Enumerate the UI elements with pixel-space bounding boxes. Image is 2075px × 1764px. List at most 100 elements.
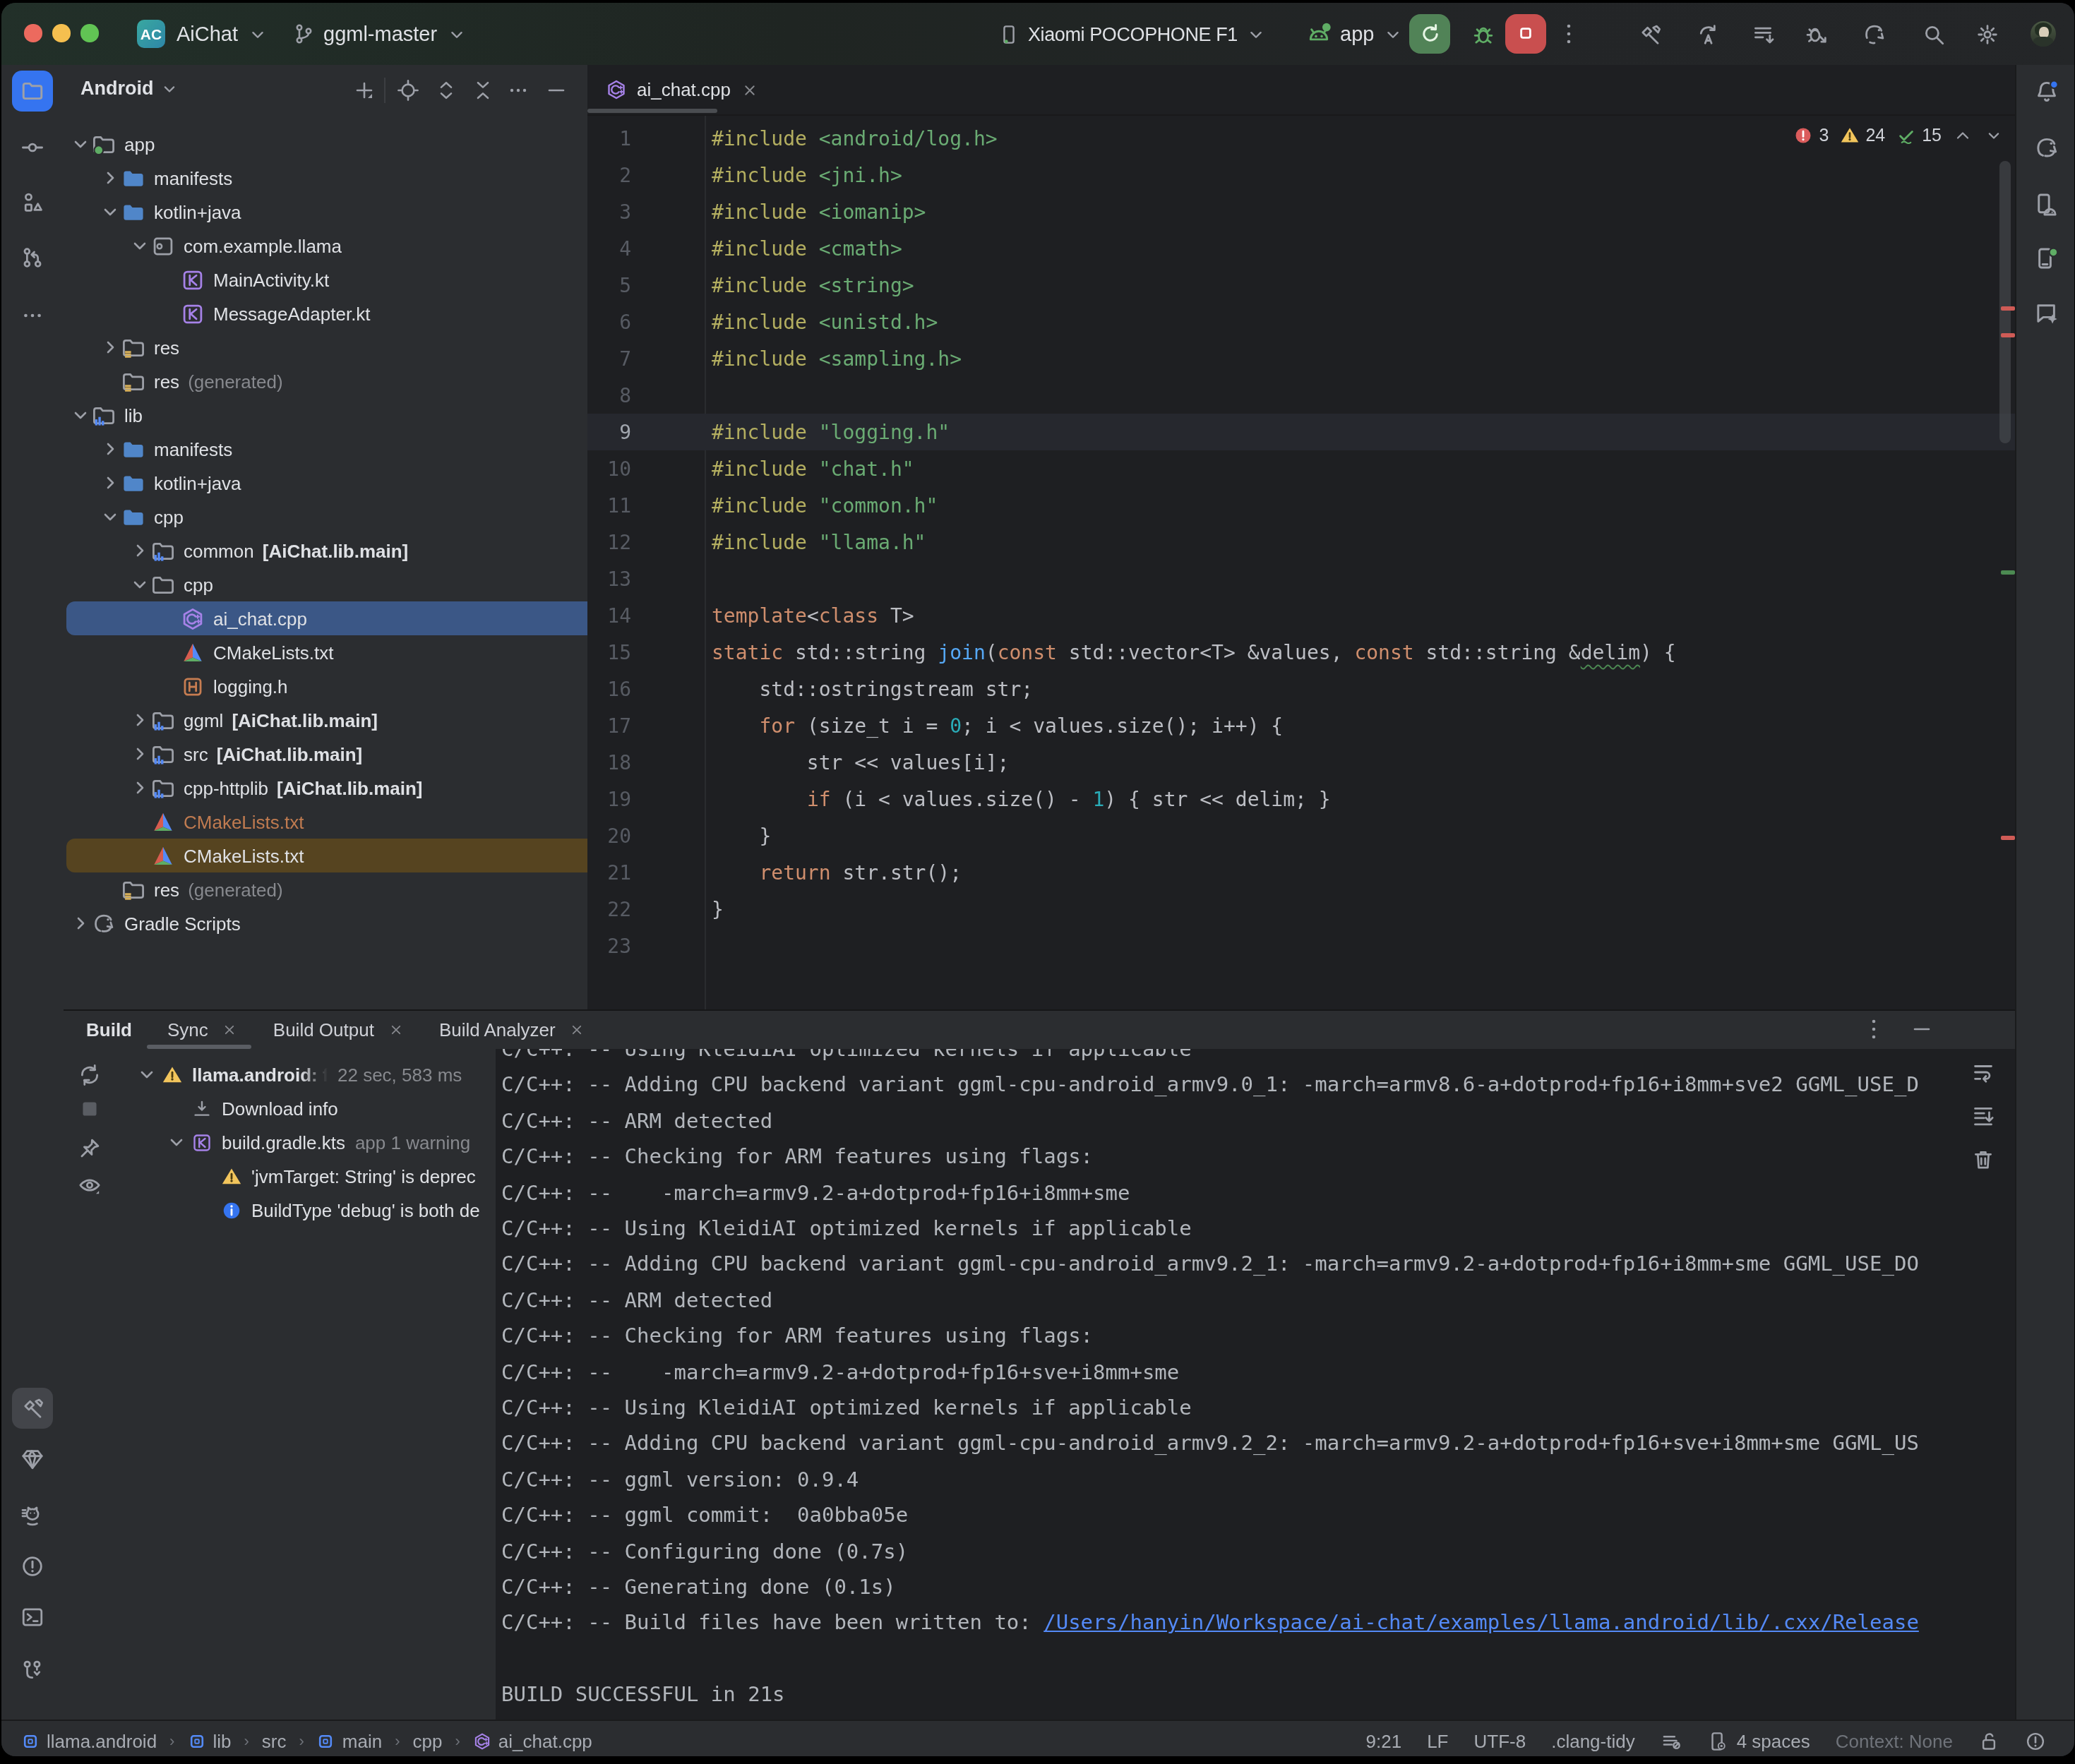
status-icon[interactable] [1661,1730,1682,1751]
build-tab-sync[interactable]: Sync [167,1019,238,1040]
debug-button[interactable] [1464,16,1501,52]
status-context-none[interactable]: Context: None [1836,1730,1953,1751]
close-tab-icon[interactable] [741,81,758,98]
build-hammer-button[interactable] [1635,20,1663,48]
rerun-button[interactable] [1409,13,1450,53]
settings-button[interactable] [1973,20,2001,48]
tree-item-cpp[interactable]: cpp [64,500,589,534]
project-view-selector[interactable]: Android [80,78,179,99]
inspections-widget[interactable]: 3 24 15 [1793,126,2004,145]
console-link[interactable]: /Users/hanyin/Workspace/ai-chat/examples… [1044,1612,1919,1634]
build-tree-item[interactable]: Download info [165,1091,496,1125]
breadcrumb-ai-chat-cpp[interactable]: ai_chat.cpp [473,1730,592,1751]
tree-item-src[interactable]: src[AiChat.lib.main] [64,737,589,771]
tool-stripe-project-button[interactable] [12,71,53,112]
tool-stripe-structure-button[interactable] [12,182,53,223]
stop-button[interactable] [1505,13,1546,53]
add-button[interactable] [352,79,376,103]
tree-item-res[interactable]: res(generated) [64,364,589,398]
tool-stripe-app-insights-button[interactable] [12,1439,53,1480]
editor-tab-ai_chat[interactable]: ai_chat.cpp [592,65,772,114]
console-soft-wrap-button[interactable] [1971,1060,1995,1090]
tree-item-com-example-llama[interactable]: com.example.llama [64,229,589,263]
build-tree-item[interactable]: BuildType 'debug' is both de [195,1193,496,1227]
build-tab-build-analyzer[interactable]: Build Analyzer [439,1019,585,1040]
project-selector[interactable]: AiChat [177,3,268,65]
breadcrumb-llama-android[interactable]: llama.android [21,1730,157,1751]
build-tree-item[interactable]: build.gradle.ktsapp 1 warning [165,1125,496,1159]
tree-item-gradle-scripts[interactable]: Gradle Scripts [64,906,589,940]
tree-item-logging-h[interactable]: logging.h [64,669,589,703]
editor-scrollbar[interactable] [1999,161,2011,443]
status-utf-8[interactable]: UTF-8 [1474,1730,1526,1751]
inspections-errors[interactable]: 3 [1793,126,1829,145]
debug-attach-button[interactable] [1802,20,1830,48]
more-button[interactable] [507,79,531,103]
tree-item-cmakelists-txt[interactable]: CMakeLists.txt [64,635,589,669]
build-eye-button[interactable] [78,1173,103,1199]
tree-item-manifests[interactable]: manifests [64,161,589,195]
tree-item-mainactivity-kt[interactable]: MainActivity.kt [64,263,589,296]
breadcrumb-main[interactable]: main [317,1730,382,1751]
tool-stripe-notifications-button[interactable] [2026,71,2067,112]
build-tab-build-output[interactable]: Build Output [273,1019,404,1040]
tree-item-cmakelists-txt[interactable]: CMakeLists.txt [66,839,589,872]
locate-button[interactable] [396,79,420,103]
close-tab-icon[interactable] [570,1022,585,1038]
status-icon[interactable] [2025,1730,2046,1751]
tool-stripe-running-devices-button[interactable] [2026,237,2067,278]
tree-item-ai-chat-cpp[interactable]: ai_chat.cpp [66,601,589,635]
tool-stripe-more-button[interactable] [12,295,53,336]
tree-item-ggml[interactable]: ggml[AiChat.lib.main] [64,703,589,737]
tool-stripe-pull-requests-button[interactable] [12,237,53,278]
tool-stripe-problems-button[interactable] [12,1546,53,1587]
branch-selector[interactable]: ggml-master [292,3,467,65]
build-tree-item[interactable]: 'jvmTarget: String' is deprec [195,1159,496,1193]
tool-stripe-gradle-button[interactable] [2026,127,2067,168]
tool-stripe-version-control-button[interactable] [12,1650,53,1691]
close-window-button[interactable] [24,24,42,42]
breadcrumb-lib[interactable]: lib [187,1730,231,1751]
build-tree-item[interactable]: llama.android: finished22 sec, 583 ms [136,1057,496,1091]
tree-item-messageadapter-kt[interactable]: MessageAdapter.kt [64,296,589,330]
tree-item-kotlin-java[interactable]: kotlin+java [64,195,589,229]
build-more-button[interactable] [1860,1015,1888,1043]
tree-item-app[interactable]: app [64,127,589,161]
tree-item-cmakelists-txt[interactable]: CMakeLists.txt [64,805,589,839]
hide-button[interactable] [544,79,568,103]
build-refresh-button[interactable] [78,1063,103,1088]
tree-item-res[interactable]: res [64,330,589,364]
console-scroll-end-button[interactable] [1971,1104,1995,1134]
tree-item-kotlin-java[interactable]: kotlin+java [64,466,589,500]
build-hide-button[interactable] [1908,1015,1936,1043]
tree-item-manifests[interactable]: manifests [64,432,589,466]
tool-stripe-terminal-button[interactable] [12,1597,53,1638]
tree-item-lib[interactable]: lib [64,398,589,432]
build-stop-square-button[interactable] [78,1097,103,1122]
close-tab-icon[interactable] [388,1022,404,1038]
inspections-passed[interactable]: 15 [1896,126,1942,145]
tool-stripe-gemini-button[interactable] [2026,292,2067,333]
code-editor[interactable]: 1#include <android/log.h>2#include <jni.… [587,116,2015,1009]
status-4-spaces[interactable]: 4 spaces [1707,1730,1810,1751]
breadcrumb-src[interactable]: src [262,1730,287,1751]
tool-stripe-device-manager-button[interactable] [2026,184,2067,224]
tree-item-res[interactable]: res(generated) [64,872,589,906]
tool-stripe-build-hammer-button[interactable] [12,1388,53,1429]
run-config-selector[interactable]: app [1306,3,1404,65]
build-console[interactable]: C/C++: -- Using KleidiAI optimized kerne… [496,1049,2015,1721]
tool-stripe-commit-button[interactable] [12,127,53,168]
breadcrumb-cpp[interactable]: cpp [413,1730,443,1751]
tree-item-cpp[interactable]: cpp [64,568,589,601]
console-trash-button[interactable] [1971,1148,1995,1177]
minimize-window-button[interactable] [52,24,70,42]
todo-list-button[interactable] [1748,20,1776,48]
tree-item-cpp-httplib[interactable]: cpp-httplib[AiChat.lib.main] [64,771,589,805]
search-button[interactable] [1919,20,1947,48]
build-pin-button[interactable] [78,1136,103,1162]
sync-retry-button[interactable] [1693,20,1721,48]
inspections-warnings[interactable]: 24 [1840,126,1885,145]
gradle-sync-button[interactable] [1860,20,1888,48]
tool-stripe-logcat-button[interactable] [12,1495,53,1536]
more-run-actions-button[interactable] [1555,20,1583,48]
